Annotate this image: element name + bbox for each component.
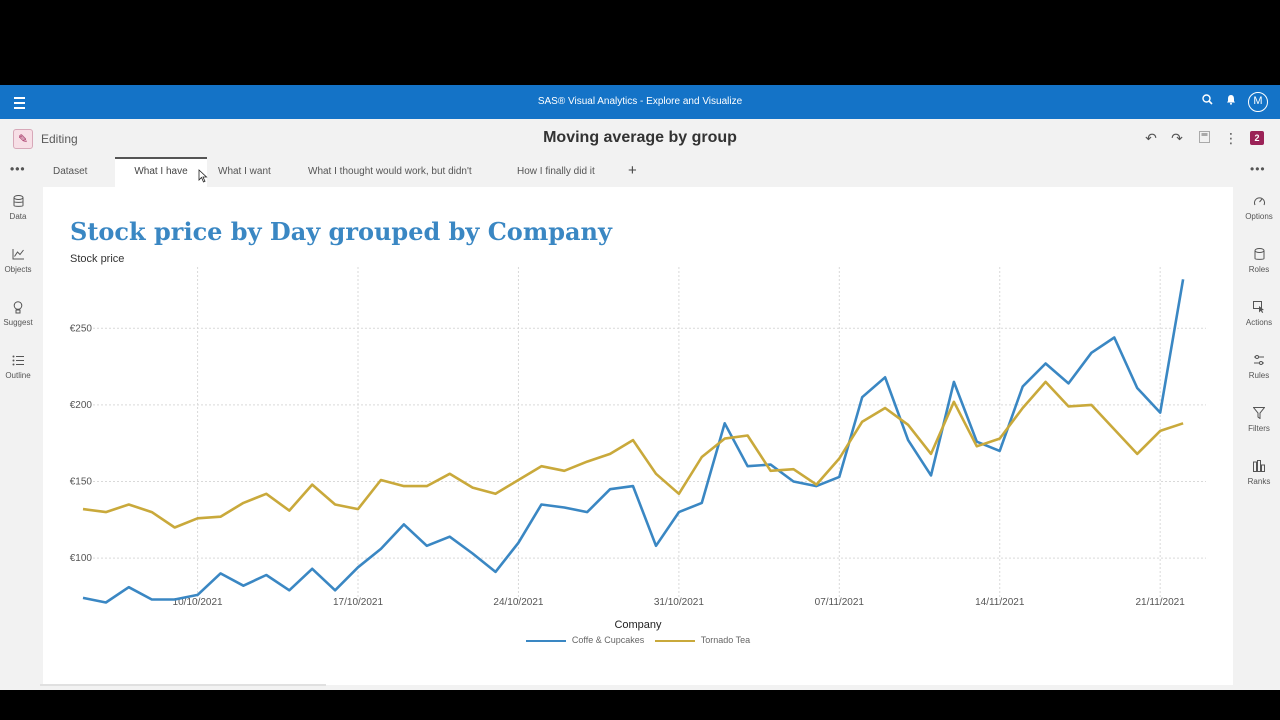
tab-how-i-finally-did-it[interactable]: How I finally did it <box>517 157 595 187</box>
redo-icon[interactable]: ↷ <box>1168 129 1186 147</box>
left-pane-label: Outline <box>5 371 31 380</box>
report-canvas: Stock price by Day grouped by Company St… <box>43 187 1233 685</box>
x-tick-label: 31/10/2021 <box>654 597 704 608</box>
app-title: SAS® Visual Analytics - Explore and Visu… <box>537 96 743 107</box>
tab-what-i-have[interactable]: What I have <box>115 157 207 187</box>
add-page-icon[interactable]: + <box>628 162 637 179</box>
right-pane-filters[interactable]: Filters <box>1238 407 1280 433</box>
outline-icon <box>0 354 36 369</box>
right-pane-label: Roles <box>1248 265 1270 274</box>
legend-swatch-series-1 <box>525 639 566 642</box>
notifications-bell-icon[interactable] <box>1222 93 1240 111</box>
data-icon <box>0 195 36 210</box>
right-pane-ranks[interactable]: Ranks <box>1238 460 1280 486</box>
line-chart[interactable]: €100€150€200€25010/10/2021 17/10/2021 24/1… <box>43 187 1233 685</box>
legend-label-series-1: Coffe & Cupcakes <box>571 635 645 645</box>
app-window: SAS® Visual Analytics - Explore and Visu… <box>0 85 1280 690</box>
series-line-2 <box>82 380 1184 529</box>
x-tick-label: 17/10/2021 <box>333 597 383 608</box>
ranks-icon <box>1238 460 1280 475</box>
y-tick-label: €100 <box>70 553 93 564</box>
left-pane-label: Suggest <box>3 318 33 327</box>
x-tick-label: 07/11/2021 <box>815 597 865 608</box>
y-tick-label: €200 <box>70 400 93 411</box>
left-pane-outline[interactable]: Outline <box>0 354 36 380</box>
report-title: Moving average by group <box>543 129 737 146</box>
rules-icon <box>1238 354 1280 369</box>
suggest-icon <box>0 301 36 316</box>
app-header: SAS® Visual Analytics - Explore and Visu… <box>0 85 1280 119</box>
tab-dataset[interactable]: Dataset <box>53 157 87 187</box>
right-pane-label: Ranks <box>1247 477 1271 486</box>
tab-what-i-thought-would-work[interactable]: What I thought would work, but didn't <box>308 157 472 187</box>
chart-legend: Coffe & Cupcakes Tornado Tea <box>43 635 1233 645</box>
left-pane-objects[interactable]: Objects <box>0 248 36 274</box>
x-tick-label: 14/11/2021 <box>975 597 1025 608</box>
x-tick-label: 21/11/2021 <box>1136 597 1186 608</box>
page-count-badge[interactable]: 2 <box>1250 131 1264 145</box>
page-tabs: ••• Dataset What I have What I want What… <box>0 157 1280 187</box>
left-pane: ••• Data Objects Suggest Outline <box>0 157 36 690</box>
user-avatar[interactable]: M <box>1248 92 1268 112</box>
save-icon[interactable] <box>1195 129 1213 147</box>
left-pane-overflow-icon[interactable]: ••• <box>10 162 26 176</box>
right-pane-options[interactable]: Options <box>1238 195 1280 221</box>
right-pane-label: Rules <box>1248 371 1270 380</box>
y-tick-label: €250 <box>70 323 93 334</box>
roles-icon <box>1238 248 1280 263</box>
left-pane-label: Data <box>9 212 27 221</box>
tab-what-i-want[interactable]: What I want <box>218 157 271 187</box>
right-pane-roles[interactable]: Roles <box>1238 248 1280 274</box>
legend-item-series-1[interactable]: Coffe & Cupcakes <box>525 635 645 645</box>
legend-item-series-2[interactable]: Tornado Tea <box>654 635 751 645</box>
left-pane-data[interactable]: Data <box>0 195 36 221</box>
right-pane-label: Filters <box>1248 424 1270 433</box>
filters-icon <box>1238 407 1280 422</box>
actions-icon <box>1238 301 1280 316</box>
options-icon <box>1238 195 1280 210</box>
legend-title: Company <box>614 619 662 631</box>
left-pane-label: Objects <box>4 265 32 274</box>
right-pane-rules[interactable]: Rules <box>1238 354 1280 380</box>
report-toolbar: ✎ Editing Moving average by group ↶ ↷ ⋮ … <box>0 119 1280 157</box>
left-pane-suggest[interactable]: Suggest <box>0 301 36 327</box>
right-pane-overflow-icon[interactable]: ••• <box>1250 162 1266 176</box>
mouse-cursor-icon <box>198 169 208 186</box>
search-icon[interactable] <box>1198 93 1216 111</box>
legend-swatch-series-2 <box>654 639 695 642</box>
objects-icon <box>0 248 36 263</box>
legend-label-series-2: Tornado Tea <box>700 635 751 645</box>
x-tick-label: 24/10/2021 <box>493 597 543 608</box>
right-pane-label: Options <box>1245 212 1273 221</box>
horizontal-scrollbar[interactable] <box>40 684 326 686</box>
more-options-icon[interactable]: ⋮ <box>1222 129 1240 147</box>
undo-icon[interactable]: ↶ <box>1142 129 1160 147</box>
right-pane-actions[interactable]: Actions <box>1238 301 1280 327</box>
right-pane-label: Actions <box>1245 318 1273 327</box>
y-tick-label: €150 <box>70 476 93 487</box>
right-pane: ••• Options Roles Actions Rules Filters … <box>1238 157 1280 690</box>
